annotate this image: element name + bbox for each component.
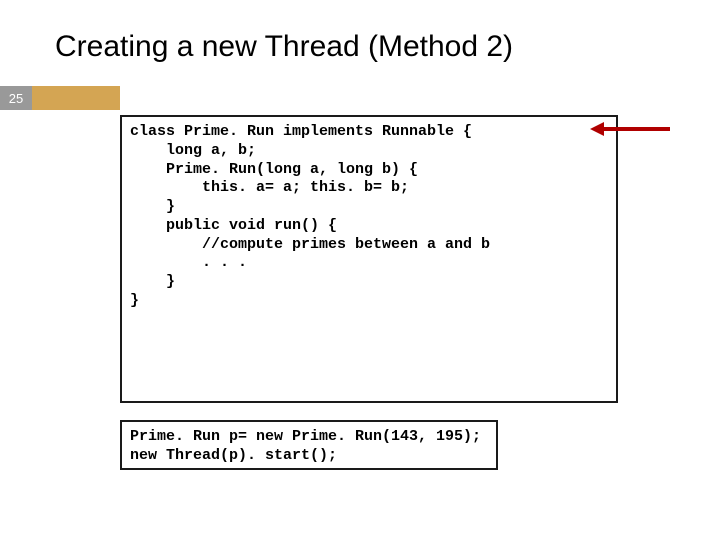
code-line: Prime. Run p= new Prime. Run(143, 195); <box>130 428 488 447</box>
code-line: } <box>130 273 608 292</box>
arrow-annotation <box>590 122 670 136</box>
page-number-badge: 25 <box>0 86 32 110</box>
code-line: //compute primes between a and b <box>130 236 608 255</box>
code-line: class Prime. Run implements Runnable { <box>130 123 608 142</box>
code-line: long a, b; <box>130 142 608 161</box>
code-line: public void run() { <box>130 217 608 236</box>
code-line: new Thread(p). start(); <box>130 447 488 466</box>
code-line: Prime. Run(long a, long b) { <box>130 161 608 180</box>
arrow-line <box>602 127 670 131</box>
accent-bar <box>32 86 120 110</box>
code-line: this. a= a; this. b= b; <box>130 179 608 198</box>
code-block-usage: Prime. Run p= new Prime. Run(143, 195); … <box>120 420 498 470</box>
code-line: } <box>130 292 608 311</box>
code-line: } <box>130 198 608 217</box>
slide-title: Creating a new Thread (Method 2) <box>55 30 513 64</box>
code-line: . . . <box>130 254 608 273</box>
code-block-class: class Prime. Run implements Runnable { l… <box>120 115 618 403</box>
arrow-head-icon <box>590 122 604 136</box>
